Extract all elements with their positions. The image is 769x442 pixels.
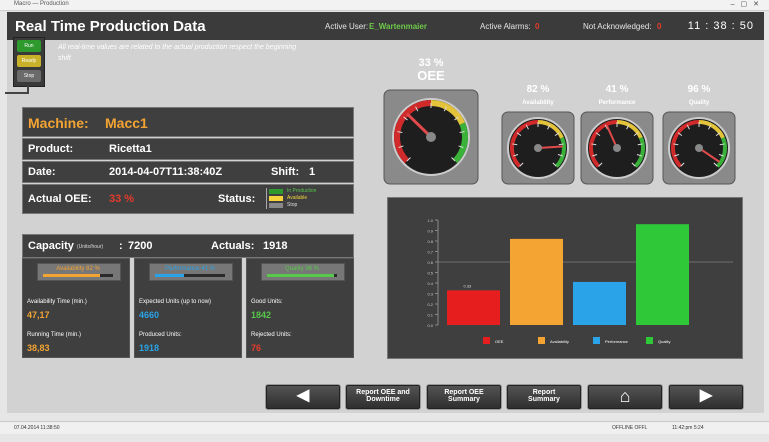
- chart-legend-label: Quality: [658, 339, 670, 344]
- gauge-availability: 82 % Availability: [501, 84, 575, 185]
- chart-y-tick-label: 0.0: [427, 323, 433, 328]
- report-oee-summary-button[interactable]: Report OEE Summary: [426, 384, 502, 410]
- chart-y-tick-label: 0.6: [427, 260, 433, 265]
- chart-legend-swatch: [646, 337, 653, 344]
- gauge-title: Availability: [522, 100, 554, 106]
- chart-legend-swatch: [538, 337, 545, 344]
- application-window: Macro — Production –▢✕ Real Time Product…: [0, 0, 769, 442]
- chart-bar-oee: [447, 290, 500, 325]
- gauge-hub: [426, 132, 436, 142]
- report-oee-downtime-line1: Report OEE and: [356, 389, 410, 396]
- chart-y-tick-label: 0.1: [427, 313, 433, 318]
- status-bar: 07.04.2014 11:38:50 OFFLINE OFFL 11:42:p…: [0, 421, 769, 434]
- chart-bar-availability: [510, 238, 563, 325]
- forward-button[interactable]: ▶: [668, 384, 744, 410]
- chart-y-tick-label: 0.9: [427, 229, 433, 234]
- back-button[interactable]: ◀: [265, 384, 341, 410]
- gauge-performance: 41 % Performance: [580, 84, 654, 185]
- chart-y-tick-label: 0.5: [427, 271, 433, 276]
- chart-y-tick-label: 0.8: [427, 239, 433, 244]
- report-summary-line2: Summary: [528, 396, 560, 403]
- status-right: 11:42:pm 5:24: [672, 425, 704, 431]
- forward-arrow-icon: ▶: [699, 387, 713, 404]
- chart-legend-label: Availability: [550, 339, 569, 344]
- gauge-title: Quality: [689, 100, 710, 106]
- chart-data-label: 0.33: [464, 283, 473, 288]
- gauge-hub: [613, 144, 621, 152]
- gauge-quality: 96 % Quality: [662, 84, 736, 185]
- chart-y-tick-label: 0.3: [427, 292, 433, 297]
- gauge-title: Performance: [599, 100, 636, 106]
- report-oee-downtime-line2: Downtime: [366, 396, 400, 403]
- gauge-hub: [695, 144, 703, 152]
- report-summary-line1: Report: [532, 389, 556, 396]
- status-mode: OFFLINE OFFL: [612, 425, 648, 431]
- chart-legend-label: Performance: [605, 339, 629, 344]
- chart-legend-label: OEE: [495, 339, 504, 344]
- chart-bar-performance: [573, 281, 626, 325]
- back-arrow-icon: ◀: [296, 387, 310, 404]
- home-icon: ⌂: [619, 386, 631, 406]
- chart-y-tick-label: 0.7: [427, 250, 433, 255]
- chart-legend-swatch: [483, 337, 490, 344]
- chart-y-tick-label: 1.0: [427, 218, 433, 223]
- report-oee-downtime-button[interactable]: Report OEE and Downtime: [345, 384, 421, 410]
- chart-legend-swatch: [593, 337, 600, 344]
- home-button[interactable]: ⌂: [587, 384, 663, 410]
- gauge-value: 82 %: [527, 84, 550, 95]
- chart-y-tick-label: 0.2: [427, 302, 433, 307]
- report-summary-button[interactable]: Report Summary: [506, 384, 582, 410]
- report-oee-summary-line2: Summary: [448, 396, 480, 403]
- gauge-value: 41 %: [606, 84, 629, 95]
- chart-svg: 1.0 0.9 0.8 0.7 0.6 0.5 0.4 0.3 0.2 0.1 0.0 0.33 OEE…: [427, 218, 733, 344]
- oee-bar-chart: 1.0 0.9 0.8 0.7 0.6 0.5 0.4 0.3 0.2 0.1 0.0 0.33 OEE…: [387, 197, 743, 359]
- gauge-title: OEE: [417, 68, 445, 83]
- chart-y-tick-label: 0.4: [427, 281, 433, 286]
- gauge-value: 96 %: [688, 84, 711, 95]
- status-datetime: 07.04.2014 11:38:50: [14, 425, 60, 431]
- gauge-hub: [534, 144, 542, 152]
- report-oee-summary-line1: Report OEE: [444, 389, 484, 396]
- chart-bar-quality: [636, 224, 689, 325]
- gauge-oee: 33 %OEE: [383, 57, 479, 185]
